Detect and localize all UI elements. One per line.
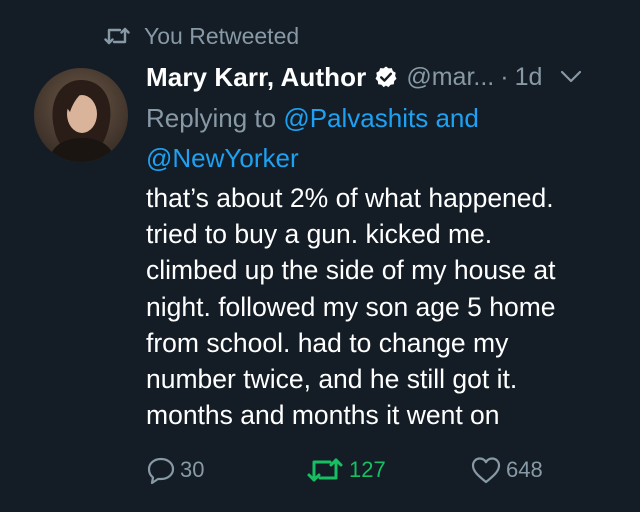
tweet-card[interactable]: You Retweeted Mary Karr, Author @mar... … xyxy=(0,0,640,512)
avatar[interactable] xyxy=(34,68,128,162)
reply-icon xyxy=(147,457,175,485)
tweet-text: that’s about 2% of what happened. tried … xyxy=(146,180,626,433)
tweet-header: Mary Karr, Author @mar... · 1d xyxy=(146,58,624,96)
heart-icon xyxy=(471,457,501,484)
tweet-text-line: night. followed my son age 5 home xyxy=(146,291,556,322)
reply-count: 30 xyxy=(180,457,205,482)
like-count: 648 xyxy=(506,457,543,482)
tweet-text-line: that’s about 2% of what happened. xyxy=(146,183,554,213)
retweet-context-label: You Retweeted xyxy=(144,22,300,49)
tweet-text-line: tried to buy a gun. kicked me. xyxy=(146,219,493,250)
author-name[interactable]: Mary Karr, Author xyxy=(146,62,366,93)
tweet-timestamp[interactable]: 1d xyxy=(515,63,543,92)
retweet-icon xyxy=(104,27,130,45)
tweet-actions: 30 127 648 xyxy=(0,450,640,490)
retweet-count: 127 xyxy=(349,457,386,482)
mention-conjunction: and xyxy=(428,103,479,133)
separator-dot: · xyxy=(500,62,509,91)
tweet-text-line: months and months it went on xyxy=(146,400,500,431)
reply-button[interactable]: 30 xyxy=(146,450,204,490)
author-handle[interactable]: @mar... xyxy=(406,63,494,92)
tweet-text-line: climbed up the side of my house at xyxy=(146,255,556,286)
tweet-text-line: from school. had to change my xyxy=(146,327,509,358)
retweet-context: You Retweeted xyxy=(104,20,299,52)
retweet-button[interactable]: 127 xyxy=(305,450,386,490)
verified-badge-icon xyxy=(375,66,397,88)
replying-to: Replying to @Palvashits and @NewYorker xyxy=(146,98,616,178)
tweet-text-line: number twice, and he still got it. xyxy=(146,364,518,395)
like-button[interactable]: 648 xyxy=(470,450,543,490)
replying-to-label: Replying to xyxy=(146,103,284,133)
mention-link[interactable]: @Palvashits xyxy=(283,103,428,133)
retweet-icon xyxy=(307,458,343,482)
mention-link[interactable]: @NewYorker xyxy=(146,143,299,173)
chevron-down-icon[interactable] xyxy=(560,70,582,84)
